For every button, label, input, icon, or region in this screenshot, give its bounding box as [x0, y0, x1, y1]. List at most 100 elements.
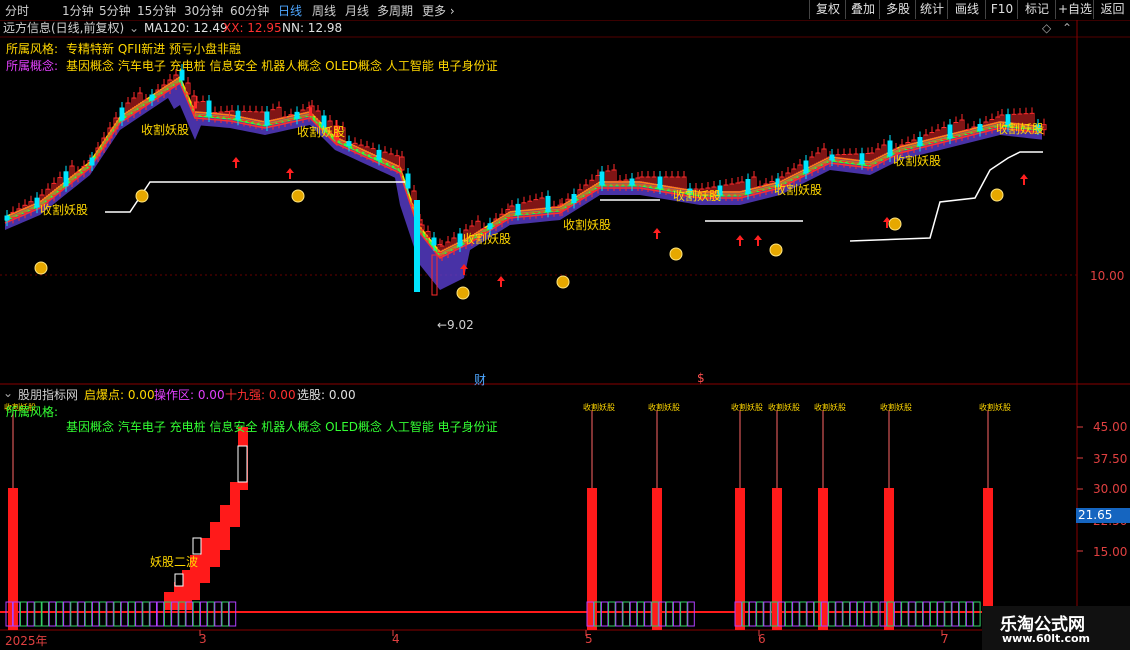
signal-bar [818, 488, 828, 630]
zone-box [901, 601, 909, 627]
money-bag-icon [669, 247, 683, 261]
dividend-icon[interactable]: $ [697, 371, 705, 385]
axis-tick-30: 30.00 [1093, 482, 1128, 496]
ma-ribbon [5, 76, 1042, 290]
signal-bar [735, 488, 745, 630]
watermark-url: www.60lt.com [1002, 632, 1091, 645]
stair-bar [220, 505, 230, 550]
candle-body [457, 233, 463, 247]
qbd-value: 启爆点: 0.00 [84, 388, 155, 402]
zone-box [929, 601, 938, 627]
zone-box [106, 601, 114, 627]
axis-tick-15: 15.00 [1093, 545, 1128, 559]
zone-box [687, 601, 695, 627]
candle-body [405, 173, 411, 189]
zone-box [55, 601, 64, 627]
axis-tick-37: 37.50 [1093, 452, 1128, 466]
zone-box [965, 601, 974, 627]
candle-body [34, 197, 40, 208]
date-label-apr: 4 [392, 632, 400, 646]
harvest-mini-label: 收割妖股 [648, 402, 680, 412]
candle-body [346, 141, 352, 147]
harvest-label: 收割妖股 [463, 231, 511, 246]
style-label: 所属风格: [6, 42, 59, 56]
current-value-badge: 21.65 [1076, 508, 1130, 523]
stair-bar [210, 522, 220, 567]
stair-bar [164, 592, 174, 610]
zone-box [856, 601, 865, 627]
indicator-style-label: 所属风格: [6, 405, 59, 419]
money-bag-icon [291, 189, 305, 203]
zone-box [799, 601, 807, 627]
zone-box [680, 601, 688, 627]
buy-arrow-icon [754, 235, 762, 246]
ma-line-green [4, 77, 1043, 257]
date-label-may: 5 [585, 632, 593, 646]
zone-box [756, 601, 764, 627]
candle-body [119, 107, 125, 121]
date-label-year: 2025年 [5, 634, 48, 648]
buy-arrow-icon [232, 157, 240, 168]
zone-box [672, 601, 681, 627]
watermark: 乐淘公式网 www.60lt.com [982, 606, 1130, 650]
zone-box [622, 601, 630, 627]
zone-box [221, 601, 229, 627]
zone-box [784, 601, 793, 627]
harvest-mini-label: 收割妖股 [731, 402, 763, 412]
zone-box [199, 601, 208, 627]
money-bag-icon [990, 188, 1004, 202]
zone-box [214, 601, 222, 627]
date-label-mar: 3 [199, 632, 207, 646]
candle-body [917, 137, 923, 146]
candle-body [4, 215, 10, 221]
candle-body [947, 124, 953, 139]
zone-box [951, 601, 959, 627]
zone-box [600, 601, 609, 627]
sjq-value: 十九强: 0.00 [225, 388, 296, 402]
money-bag-icon [456, 286, 470, 300]
indicator-concept-value: 基因概念 汽车电子 充电桩 信息安全 机器人概念 OLED概念 人工智能 电子身… [66, 420, 498, 434]
candle-body [149, 94, 155, 101]
stair-bar-hollow [192, 537, 202, 555]
zone-box [615, 601, 623, 627]
harvest-label: 收割妖股 [141, 122, 189, 137]
harvest-mini-label: 收割妖股 [814, 402, 846, 412]
zone-box [207, 601, 215, 627]
candle-body [431, 237, 437, 246]
zone-box [748, 601, 757, 627]
buy-arrow-icon [286, 168, 294, 179]
low-price-label: ←9.02 [437, 318, 474, 332]
zone-box [871, 601, 879, 627]
candle-body [63, 171, 69, 187]
candle-body [977, 124, 983, 131]
date-label-jun: 6 [758, 632, 766, 646]
indicator-header: ⌄ 股朋指标网 启爆点: 0.00 操作区: 0.00 十九强: 0.00 选股… [0, 386, 1078, 402]
candle-body [745, 179, 751, 194]
zone-box [192, 601, 201, 627]
indicator-name[interactable]: 股朋指标网 [18, 386, 78, 403]
candle-body [545, 195, 551, 212]
zone-box [944, 601, 952, 627]
collapse-indicator-icon[interactable]: ⌄ [3, 386, 13, 400]
harvest-mini-label: 收割妖股 [880, 402, 912, 412]
zone-box [629, 601, 638, 627]
zone-box [922, 601, 931, 627]
candle-body [887, 140, 893, 157]
money-bag-icon [888, 217, 902, 231]
money-bag-icon [556, 275, 570, 289]
candle-body [629, 178, 635, 186]
zone-box [893, 601, 902, 627]
buy-arrow-icon [497, 276, 505, 287]
zone-box [973, 601, 981, 627]
zone-box [228, 601, 237, 627]
zone-box [99, 601, 107, 627]
zone-box [113, 601, 121, 627]
price-axis-label: 10.00 [1090, 269, 1125, 283]
zone-box [806, 601, 814, 627]
harvest-mini-label: 收割妖股 [979, 402, 1011, 412]
money-bag-icon [135, 189, 149, 203]
zone-box [41, 601, 49, 627]
candle-body [376, 149, 382, 160]
candle-body [235, 110, 241, 120]
stair-bar-hollow [174, 573, 184, 587]
